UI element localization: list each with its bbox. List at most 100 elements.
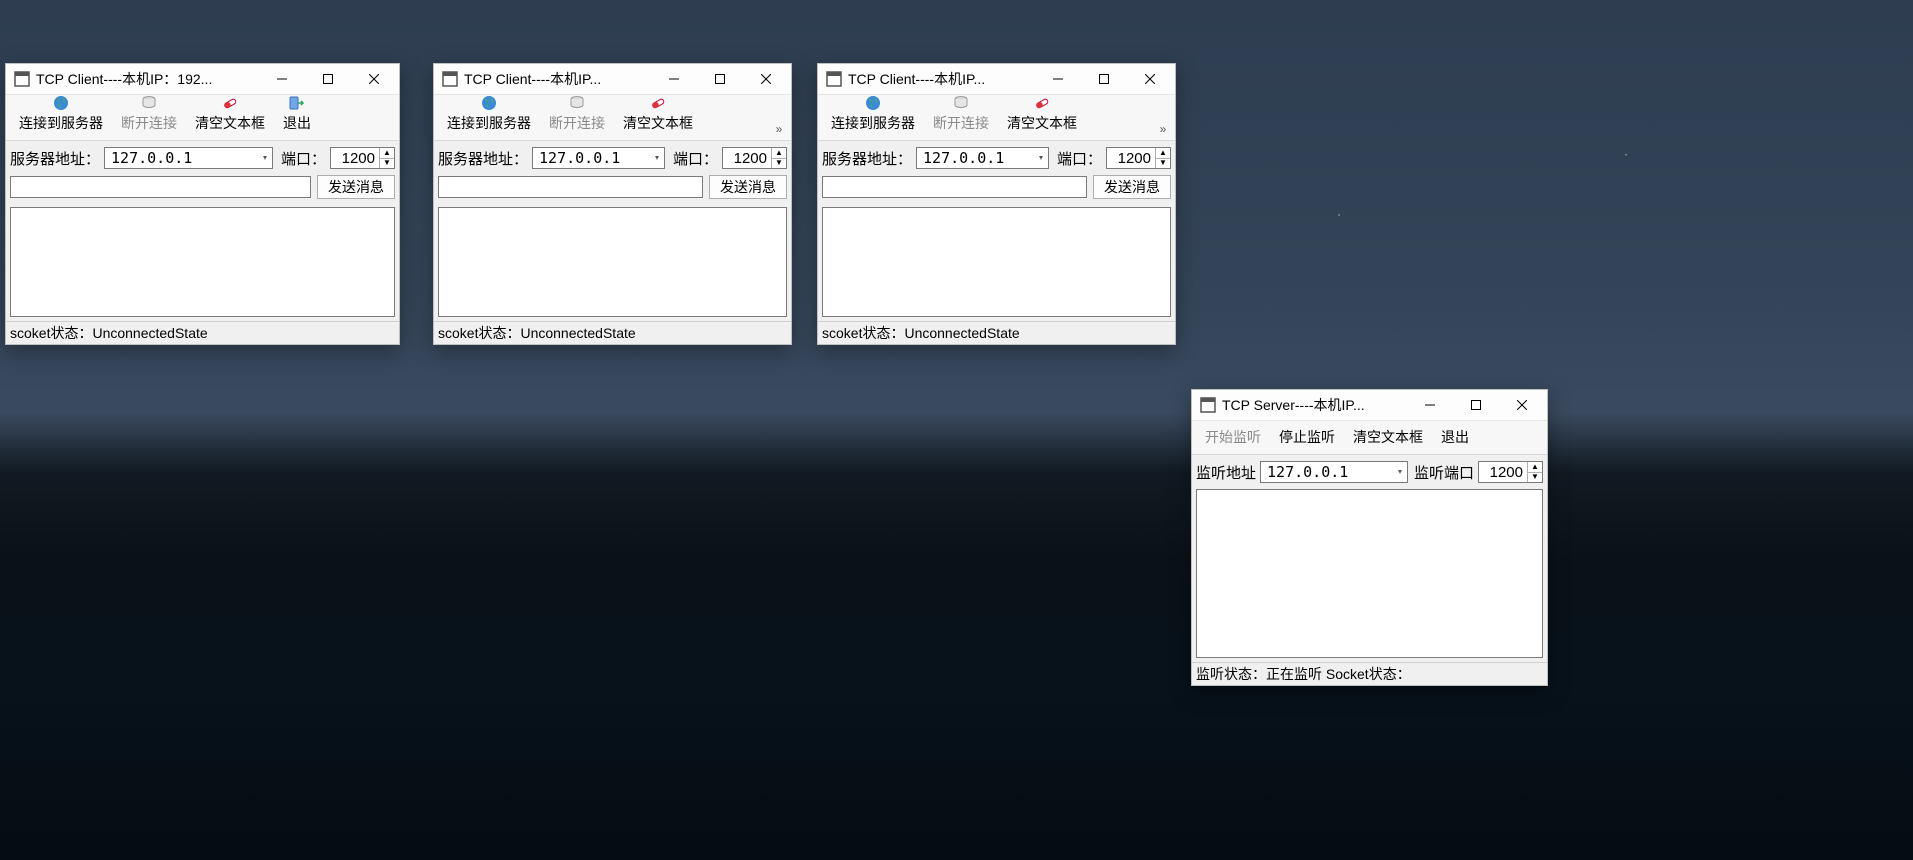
pill-icon [222, 95, 238, 111]
disconnect-label: 断开连接 [121, 113, 177, 133]
toolbar: 开始监听 停止监听 清空文本框 退出 [1192, 421, 1547, 455]
listen-port-value[interactable] [1479, 462, 1527, 482]
disconnect-button[interactable]: 断开连接 [542, 92, 612, 136]
disk-icon [141, 95, 157, 111]
clear-button[interactable]: 清空文本框 [1000, 92, 1084, 136]
connect-label: 连接到服务器 [831, 113, 915, 133]
clear-button[interactable]: 清空文本框 [1346, 416, 1430, 450]
port-label: 端口： [1057, 148, 1102, 169]
pill-icon [1034, 95, 1050, 111]
spinbox-arrows[interactable]: ▲▼ [1527, 462, 1542, 482]
log-textarea[interactable] [438, 207, 787, 317]
spinbox-arrows[interactable]: ▲▼ [379, 148, 394, 168]
log-textarea[interactable] [10, 207, 395, 317]
message-row: 发送消息 [438, 175, 787, 199]
minimize-button[interactable] [651, 64, 697, 94]
port-label: 端口： [673, 148, 718, 169]
pill-icon [650, 95, 666, 111]
maximize-button[interactable] [697, 64, 743, 94]
toolbar: 连接到服务器 断开连接 清空文本框 » [434, 95, 791, 141]
close-button[interactable] [351, 64, 397, 94]
minimize-button[interactable] [1035, 64, 1081, 94]
clear-button[interactable]: 清空文本框 [188, 92, 272, 136]
log-textarea[interactable] [1196, 489, 1543, 658]
disconnect-label: 断开连接 [933, 113, 989, 133]
title-bar[interactable]: TCP Client----本机IP... [434, 64, 791, 95]
exit-label: 退出 [283, 113, 311, 133]
chevron-down-icon: ▾ [1397, 467, 1403, 478]
desktop-wallpaper: TCP Client----本机IP：192... 连接到服务器 断开连接 清空… [0, 0, 1913, 860]
spinbox-arrows[interactable]: ▲▼ [771, 148, 786, 168]
server-addr-combo[interactable]: 127.0.0.1 ▾ [104, 147, 273, 169]
window-title: TCP Client----本机IP... [464, 69, 601, 89]
send-button[interactable]: 发送消息 [709, 175, 787, 199]
disk-icon [953, 95, 969, 111]
disconnect-button[interactable]: 断开连接 [114, 92, 184, 136]
close-button[interactable] [1499, 390, 1545, 420]
address-row: 服务器地址： 127.0.0.1 ▾ 端口： ▲▼ [438, 145, 787, 171]
message-input[interactable] [10, 176, 311, 198]
clear-button[interactable]: 清空文本框 [616, 92, 700, 136]
connect-button[interactable]: 连接到服务器 [440, 92, 538, 136]
server-addr-combo[interactable]: 127.0.0.1 ▾ [916, 147, 1049, 169]
overflow-chevron[interactable]: » [771, 122, 787, 136]
port-label: 端口： [281, 148, 326, 169]
listen-port-spinbox[interactable]: ▲▼ [1478, 461, 1543, 483]
server-addr-value: 127.0.0.1 [111, 149, 192, 167]
start-listen-button[interactable]: 开始监听 [1198, 416, 1268, 450]
stop-listen-button[interactable]: 停止监听 [1272, 416, 1342, 450]
app-icon [442, 71, 458, 87]
server-addr-label: 服务器地址： [10, 148, 100, 169]
connect-button[interactable]: 连接到服务器 [824, 92, 922, 136]
close-button[interactable] [743, 64, 789, 94]
chevron-down-icon: ▾ [262, 153, 268, 164]
exit-icon [289, 95, 305, 111]
status-bar: scoket状态：UnconnectedState [434, 321, 791, 344]
status-bar: scoket状态：UnconnectedState [818, 321, 1175, 344]
app-icon [14, 71, 30, 87]
port-value[interactable] [331, 148, 379, 168]
exit-button[interactable]: 退出 [1434, 416, 1476, 450]
disconnect-button[interactable]: 断开连接 [926, 92, 996, 136]
message-row: 发送消息 [822, 175, 1171, 199]
tcp-client-window: TCP Client----本机IP... 连接到服务器 断开连接 清空文本框 … [433, 63, 792, 345]
message-input[interactable] [438, 176, 703, 198]
listen-port-label: 监听端口 [1414, 462, 1474, 483]
globe-icon [865, 95, 881, 111]
minimize-button[interactable] [259, 64, 305, 94]
connect-button[interactable]: 连接到服务器 [12, 92, 110, 136]
listen-status-text: 监听状态：正在监听 Socket状态： [1196, 664, 1411, 684]
port-value[interactable] [1107, 148, 1155, 168]
port-spinbox[interactable]: ▲▼ [1106, 147, 1171, 169]
maximize-button[interactable] [1081, 64, 1127, 94]
clear-label: 清空文本框 [1007, 113, 1077, 133]
disconnect-label: 断开连接 [549, 113, 605, 133]
spinbox-arrows[interactable]: ▲▼ [1155, 148, 1170, 168]
maximize-button[interactable] [305, 64, 351, 94]
close-button[interactable] [1127, 64, 1173, 94]
window-title: TCP Server----本机IP... [1222, 395, 1365, 415]
server-addr-value: 127.0.0.1 [539, 149, 620, 167]
socket-status-text: scoket状态：UnconnectedState [10, 323, 208, 343]
title-bar[interactable]: TCP Client----本机IP... [818, 64, 1175, 95]
listen-addr-combo[interactable]: 127.0.0.1 ▾ [1260, 461, 1408, 483]
port-value[interactable] [723, 148, 771, 168]
port-spinbox[interactable]: ▲▼ [722, 147, 787, 169]
server-addr-combo[interactable]: 127.0.0.1 ▾ [532, 147, 665, 169]
toolbar: 连接到服务器 断开连接 清空文本框 退出 » [6, 95, 399, 141]
port-spinbox[interactable]: ▲▼ [330, 147, 395, 169]
log-textarea[interactable] [822, 207, 1171, 317]
send-button[interactable]: 发送消息 [1093, 175, 1171, 199]
connect-label: 连接到服务器 [447, 113, 531, 133]
title-bar[interactable]: TCP Client----本机IP：192... [6, 64, 399, 95]
message-input[interactable] [822, 176, 1087, 198]
send-button[interactable]: 发送消息 [317, 175, 395, 199]
server-addr-value: 127.0.0.1 [923, 149, 1004, 167]
disk-icon [569, 95, 585, 111]
address-row: 服务器地址： 127.0.0.1 ▾ 端口： ▲▼ [10, 145, 395, 171]
socket-status-text: scoket状态：UnconnectedState [438, 323, 636, 343]
server-addr-label: 服务器地址： [822, 148, 912, 169]
listen-row: 监听地址 127.0.0.1 ▾ 监听端口 ▲▼ [1196, 459, 1543, 485]
exit-button[interactable]: 退出 [276, 92, 318, 136]
overflow-chevron[interactable]: » [1155, 122, 1171, 136]
